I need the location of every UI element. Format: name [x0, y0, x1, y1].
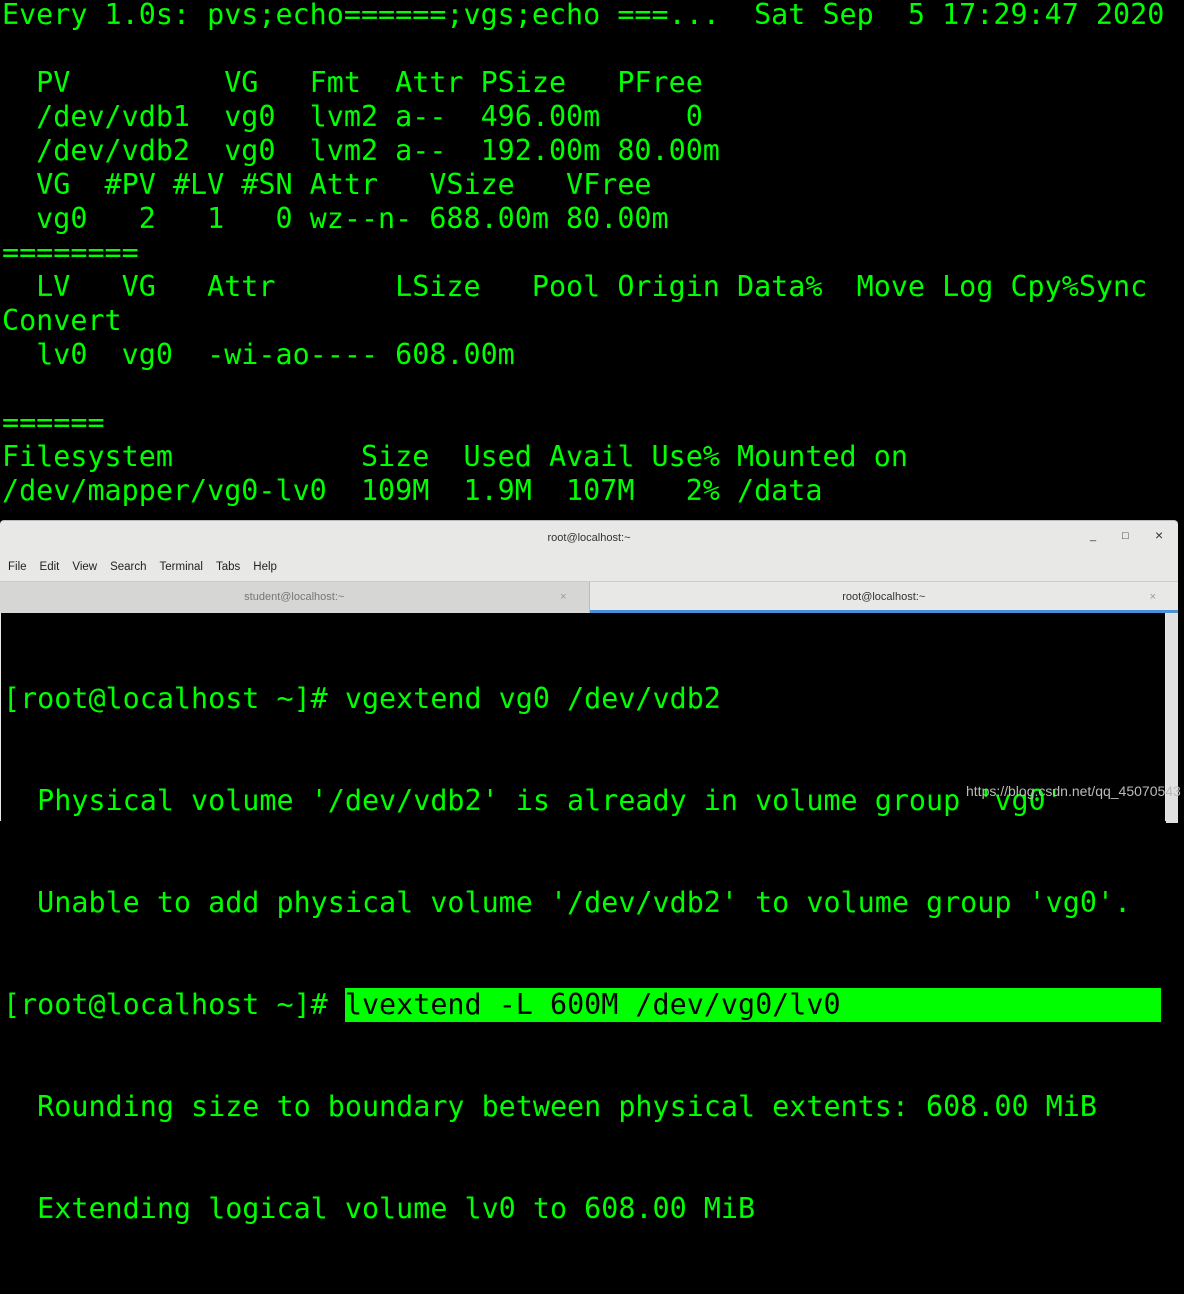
- watch-line: Filesystem Size Used Avail Use% Mounted …: [2, 440, 908, 473]
- menu-help[interactable]: Help: [253, 561, 277, 573]
- watch-line: vg0 2 1 0 wz--n- 688.00m 80.00m: [2, 202, 669, 235]
- tab-student[interactable]: student@localhost:~ ×: [0, 582, 590, 613]
- watch-line: VG #PV #LV #SN Attr VSize VFree: [2, 168, 669, 201]
- watch-line: Every 1.0s: pvs;echo======;vgs;echo ===.…: [2, 0, 1165, 31]
- watch-line: Convert: [2, 304, 122, 337]
- menu-bar: File Edit View Search Terminal Tabs Help: [0, 555, 1178, 579]
- watch-line: ========: [2, 236, 139, 269]
- minimize-button[interactable]: _: [1090, 530, 1096, 542]
- tab-close-icon[interactable]: ×: [1150, 582, 1156, 612]
- terminal-line: Rounding size to boundary between physic…: [3, 1090, 1097, 1123]
- menu-terminal[interactable]: Terminal: [160, 561, 203, 573]
- menu-file[interactable]: File: [8, 561, 27, 573]
- watch-line: PV VG Fmt Attr PSize PFree: [2, 66, 720, 99]
- watch-line: ======: [2, 406, 105, 439]
- tab-label: root@localhost:~: [842, 591, 926, 603]
- watermark: https://blog.csdn.net/qq_45070543: [966, 783, 1181, 799]
- menu-view[interactable]: View: [72, 561, 97, 573]
- tab-close-icon[interactable]: ×: [560, 582, 566, 612]
- watch-line: /dev/vdb1 vg0 lvm2 a-- 496.00m 0: [2, 100, 720, 133]
- terminal-line: [root@localhost ~]# lvextend -L 600M /de…: [3, 988, 1161, 1022]
- terminal-line: Unable to add physical volume '/dev/vdb2…: [3, 886, 1132, 919]
- tab-root[interactable]: root@localhost:~ ×: [589, 582, 1178, 613]
- tab-bar: student@localhost:~ × root@localhost:~ ×: [0, 581, 1178, 613]
- watch-line: LV VG Attr LSize Pool Origin Data% Move …: [2, 270, 1148, 303]
- window-title: root@localhost:~: [547, 532, 631, 544]
- tab-label: student@localhost:~: [244, 591, 345, 603]
- maximize-button[interactable]: □: [1122, 530, 1129, 542]
- prompt: [root@localhost ~]#: [3, 988, 345, 1021]
- watch-line: /dev/vdb2 vg0 lvm2 a-- 192.00m 80.00m: [2, 134, 720, 167]
- terminal-line: Extending logical volume lv0 to 608.00 M…: [3, 1192, 756, 1225]
- menu-search[interactable]: Search: [110, 561, 146, 573]
- title-bar[interactable]: root@localhost:~ _ □ ×: [0, 521, 1178, 555]
- menu-edit[interactable]: Edit: [40, 561, 60, 573]
- terminal-window: root@localhost:~ _ □ × File Edit View Se…: [0, 520, 1178, 1225]
- watch-line: /dev/mapper/vg0-lv0 109M 1.9M 107M 2% /d…: [2, 474, 823, 507]
- menu-tabs[interactable]: Tabs: [216, 561, 240, 573]
- watch-line: lv0 vg0 -wi-ao---- 608.00m: [2, 338, 515, 371]
- selected-command[interactable]: lvextend -L 600M /dev/vg0/lv0: [344, 988, 1161, 1022]
- close-button[interactable]: ×: [1155, 527, 1163, 543]
- terminal-line: [root@localhost ~]# vgextend vg0 /dev/vd…: [3, 682, 721, 715]
